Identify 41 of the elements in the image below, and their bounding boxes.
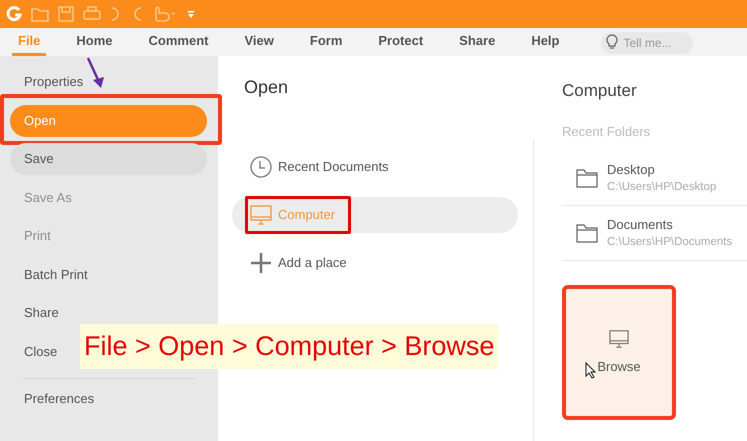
clock-icon bbox=[250, 156, 272, 178]
ribbon-tab[interactable]: View bbox=[238, 28, 280, 56]
ribbon-tab[interactable]: Comment bbox=[142, 28, 214, 56]
section-label: Recent Folders bbox=[562, 122, 652, 140]
folder-name: Documents bbox=[607, 216, 674, 234]
menu-item[interactable]: Close bbox=[10, 342, 60, 362]
folder-path: C:\Users\HP\Desktop bbox=[607, 180, 716, 196]
monitor-icon bbox=[250, 204, 272, 226]
save-icon[interactable] bbox=[58, 6, 74, 22]
ribbon-tab[interactable]: Share bbox=[453, 28, 502, 56]
lightbulb-icon bbox=[606, 34, 618, 50]
panel-title: Open bbox=[243, 76, 290, 99]
ribbon-tab[interactable]: Help bbox=[525, 28, 566, 56]
folder-item[interactable]: Documents C:\Users\HP\Documents bbox=[562, 206, 747, 261]
plus-icon bbox=[250, 252, 272, 274]
place-item[interactable]: Add a place bbox=[232, 245, 518, 281]
panel-title: Computer bbox=[562, 80, 638, 102]
search-field[interactable]: Tell me... bbox=[601, 32, 694, 54]
folder-item[interactable]: Desktop C:\Users\HP\Desktop bbox=[562, 151, 747, 206]
dropdown-icon[interactable] bbox=[187, 9, 195, 19]
folder-name: Desktop bbox=[607, 160, 656, 179]
folder-icon bbox=[576, 168, 598, 188]
menu-item[interactable]: Save bbox=[10, 143, 207, 175]
ribbon-tab[interactable]: Form bbox=[304, 28, 348, 56]
folder-icon[interactable] bbox=[31, 6, 49, 22]
ribbon-tab[interactable]: Protect bbox=[372, 28, 430, 56]
printer-icon[interactable] bbox=[83, 6, 101, 22]
mouse-pointer-icon bbox=[585, 362, 596, 379]
app-logo-icon bbox=[6, 6, 22, 22]
browse-button[interactable]: Browse bbox=[562, 285, 676, 420]
ribbon-tab[interactable]: Home bbox=[70, 28, 119, 56]
menu-item[interactable]: Batch Print bbox=[10, 264, 90, 284]
arrow bbox=[86, 57, 104, 88]
folder-path: C:\Users\HP\Documents bbox=[607, 235, 732, 250]
folder-icon bbox=[576, 223, 598, 243]
menu-item[interactable]: Preferences bbox=[10, 389, 96, 409]
menu-item[interactable]: Properties bbox=[10, 72, 86, 92]
menu-item[interactable]: Share bbox=[10, 303, 61, 323]
place-item[interactable]: Recent Documents bbox=[232, 149, 518, 185]
caption-text: File > Open > Computer > Browse bbox=[80, 324, 498, 368]
monitor-icon bbox=[609, 328, 629, 349]
